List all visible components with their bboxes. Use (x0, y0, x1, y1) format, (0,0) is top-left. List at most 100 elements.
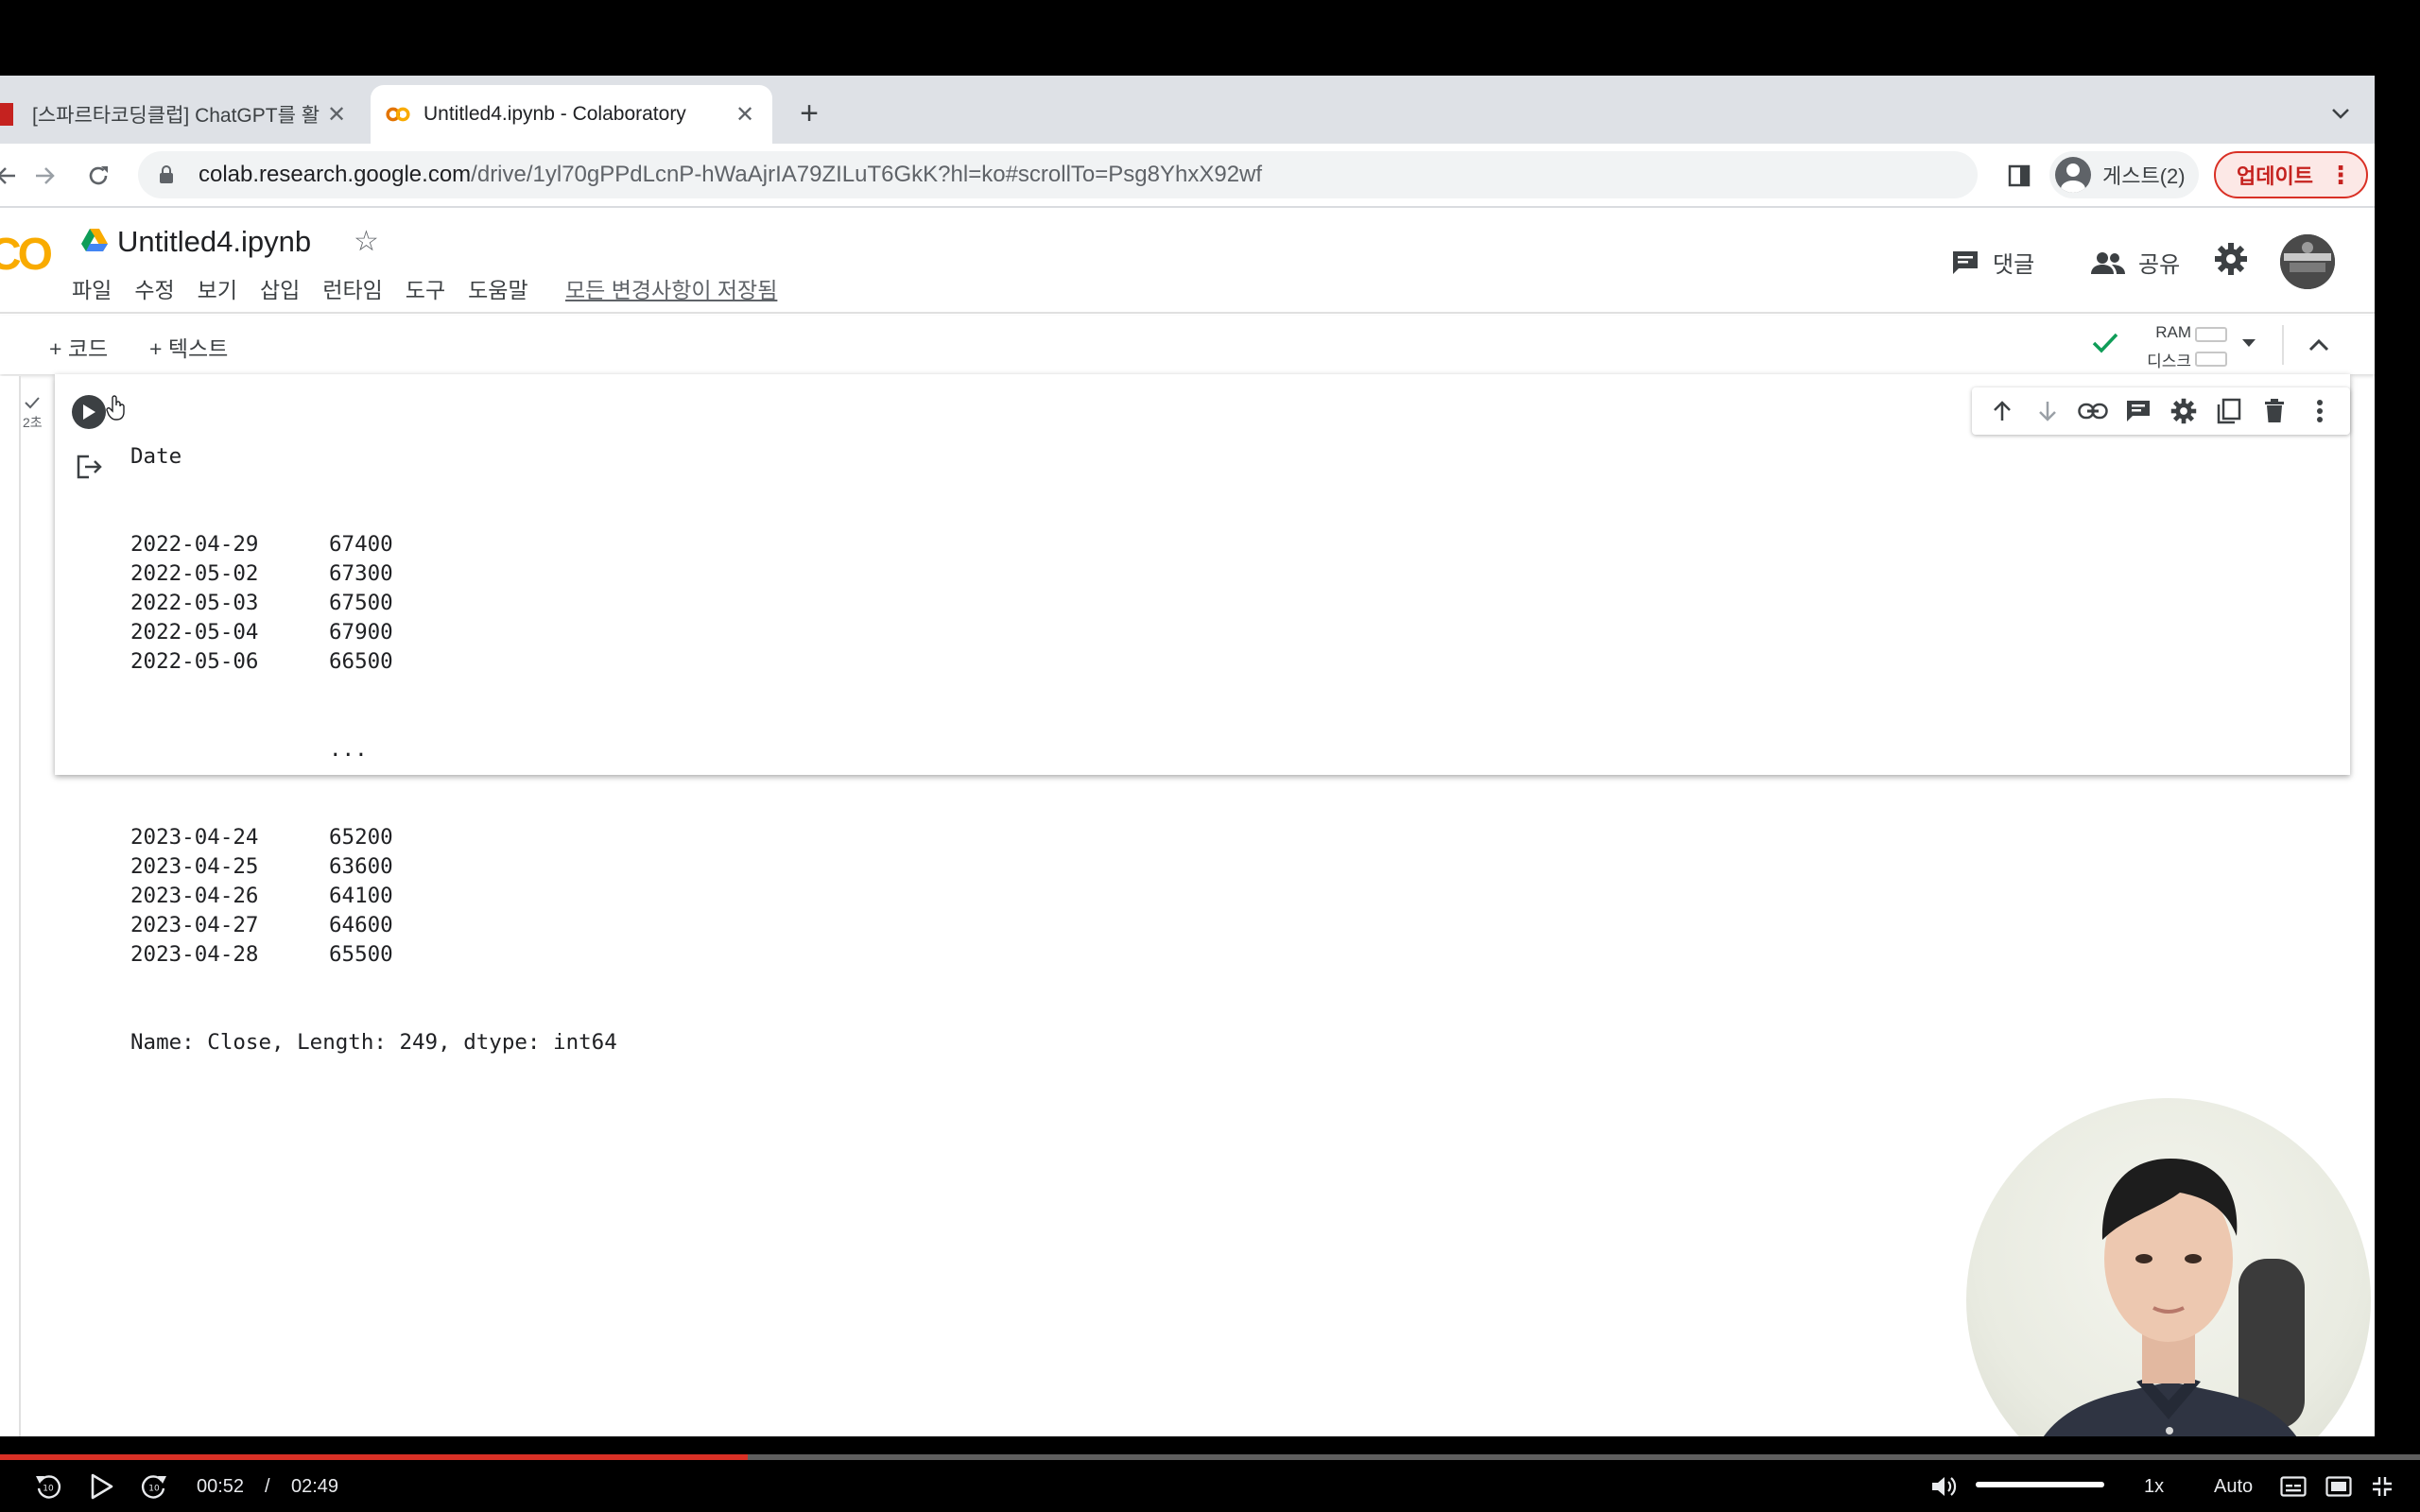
output-row: 2022-05-03 67500 (130, 589, 617, 618)
update-button[interactable]: 업데이트 ⋮ (2214, 151, 2368, 198)
delete-icon[interactable] (2252, 392, 2297, 430)
output-row: 2022-05-04 67900 (130, 618, 617, 647)
output-ellipsis: ... (329, 737, 368, 762)
people-icon (2091, 251, 2125, 274)
video-progress-fill (0, 1454, 749, 1460)
rewind-icon: 10 (36, 1475, 61, 1499)
disk-meter (2195, 352, 2227, 367)
update-label: 업데이트 (2237, 164, 2313, 188)
chevron-up-icon[interactable] (2305, 331, 2333, 364)
back-arrow-icon[interactable] (0, 157, 25, 195)
menu-file[interactable]: 파일 (72, 272, 112, 304)
output-close-value: 64600 (329, 913, 393, 937)
output-rows-bottom: 2023-04-24 65200 2023-04-25 63600 2023-04-26… (130, 823, 617, 970)
menu-edit[interactable]: 수정 (134, 272, 174, 304)
gear-icon[interactable] (2161, 392, 2206, 430)
quality-setting[interactable]: Auto (2214, 1469, 2253, 1503)
notebook-toolbar: + 코드 + 텍스트 RAM 디스크 (0, 316, 2375, 374)
browser-window: [스파르타코딩클럽] ChatGPT를 활 ✕ Untitled4.ipynb … (0, 76, 2375, 1436)
menu-tools[interactable]: 도구 (406, 272, 445, 304)
more-vert-icon[interactable] (2297, 392, 2342, 430)
close-icon[interactable]: ✕ (322, 100, 351, 129)
output-rows-top: 2022-04-29 67400 2022-05-02 67300 2022-05-03… (130, 530, 617, 677)
duration: 02:49 (291, 1475, 339, 1497)
output-ellipsis-row: ... (130, 735, 617, 765)
output-header: Date (130, 444, 182, 469)
play-button[interactable] (89, 1469, 113, 1503)
run-cell-button[interactable] (72, 395, 106, 429)
menu-help[interactable]: 도움말 (468, 272, 527, 304)
share-button[interactable]: 공유 (2091, 246, 2180, 279)
tab-label: Untitled4.ipynb - Colaboratory (424, 103, 686, 125)
subtitles-icon[interactable] (2280, 1469, 2307, 1503)
runtime-status[interactable]: RAM 디스크 (2089, 321, 2240, 370)
new-tab-plus-icon[interactable]: + (790, 94, 828, 132)
menu-insert[interactable]: 삽입 (260, 272, 300, 304)
output-date: 2022-05-03 (130, 591, 259, 615)
comment-icon[interactable] (2116, 392, 2161, 430)
output-date: 2022-05-06 (130, 649, 259, 674)
profile-button[interactable]: 게스트(2) (2049, 151, 2199, 198)
book-icon (0, 102, 19, 127)
menu-runtime[interactable]: 런타임 (322, 272, 382, 304)
playback-speed[interactable]: 1x (2144, 1469, 2164, 1503)
toolbar-divider (2282, 325, 2284, 365)
colab-icon (386, 102, 410, 127)
menu-view[interactable]: 보기 (198, 272, 237, 304)
tab-sparta[interactable]: [스파르타코딩클럽] ChatGPT를 활 ✕ (0, 85, 364, 144)
address-bar[interactable]: colab.research.google.com/drive/1yl70gPP… (138, 151, 1978, 198)
output-close-value: 67300 (329, 561, 393, 586)
reload-icon[interactable] (79, 157, 117, 195)
arrow-down-icon[interactable] (2025, 392, 2070, 430)
comment-button[interactable]: 댓글 (1951, 246, 2034, 279)
theater-mode-icon[interactable] (2325, 1469, 2352, 1503)
add-code-button[interactable]: + 코드 (49, 331, 108, 363)
output-actions-icon[interactable] (76, 454, 104, 485)
link-icon[interactable] (2070, 392, 2116, 430)
lock-icon (159, 165, 182, 184)
add-text-button[interactable]: + 텍스트 (149, 331, 228, 363)
output-row: 2023-04-25 63600 (130, 852, 617, 882)
output-close-value: 66500 (329, 649, 393, 674)
more-vert-icon: ⋮ (2327, 160, 2353, 189)
output-close-value: 67400 (329, 532, 393, 557)
video-player-bar (0, 1436, 2420, 1512)
tab-colab[interactable]: Untitled4.ipynb - Colaboratory ✕ (371, 85, 772, 144)
close-icon[interactable]: ✕ (731, 100, 759, 129)
rewind-10-button[interactable]: 10 (34, 1469, 62, 1503)
check-icon (25, 397, 41, 409)
volume-slider[interactable] (1976, 1482, 2104, 1487)
cell-toolbar (1972, 387, 2350, 435)
arrow-up-icon[interactable] (1979, 392, 2025, 430)
mirror-cell-icon[interactable] (2206, 392, 2252, 430)
notebook-title[interactable]: Untitled4.ipynb (117, 225, 311, 259)
output-row: 2022-05-06 66500 (130, 647, 617, 677)
google-drive-icon (81, 229, 108, 256)
output-close-value: 67500 (329, 591, 393, 615)
user-avatar[interactable] (2280, 234, 2335, 289)
tab-strip: [스파르타코딩클럽] ChatGPT를 활 ✕ Untitled4.ipynb … (0, 76, 2375, 144)
forward-arrow-icon[interactable] (26, 157, 64, 195)
output-date: 2023-04-28 (130, 942, 259, 967)
caret-down-icon[interactable] (2240, 336, 2257, 353)
chevron-down-icon[interactable] (2324, 96, 2358, 130)
side-panel-icon[interactable] (2000, 157, 2038, 195)
forward-10-button[interactable]: 10 (140, 1469, 168, 1503)
output-row: 2022-05-02 67300 (130, 559, 617, 589)
forward-icon: 10 (141, 1475, 166, 1499)
output-close-value: 63600 (329, 854, 393, 879)
output-row: 2022-04-29 67400 (130, 530, 617, 559)
video-progress-track[interactable] (0, 1454, 2420, 1460)
play-icon (83, 404, 95, 420)
volume-icon[interactable] (1930, 1469, 1957, 1503)
colab-logo[interactable]: CO (0, 229, 53, 281)
save-status[interactable]: 모든 변경사항이 저장됨 (565, 272, 777, 304)
exit-fullscreen-icon[interactable] (2371, 1469, 2394, 1503)
star-icon[interactable]: ☆ (354, 225, 379, 258)
gear-icon[interactable] (2214, 242, 2248, 281)
cell-output: Date 2022-04-29 67400 2022-05-02 67300 2022-… (130, 384, 617, 1116)
svg-text:10: 10 (43, 1485, 54, 1494)
output-close-value: 64100 (329, 884, 393, 908)
browser-toolbar: colab.research.google.com/drive/1yl70gPP… (0, 144, 2375, 208)
menu-bar: 파일 수정 보기 삽입 런타임 도구 도움말 (72, 272, 551, 304)
